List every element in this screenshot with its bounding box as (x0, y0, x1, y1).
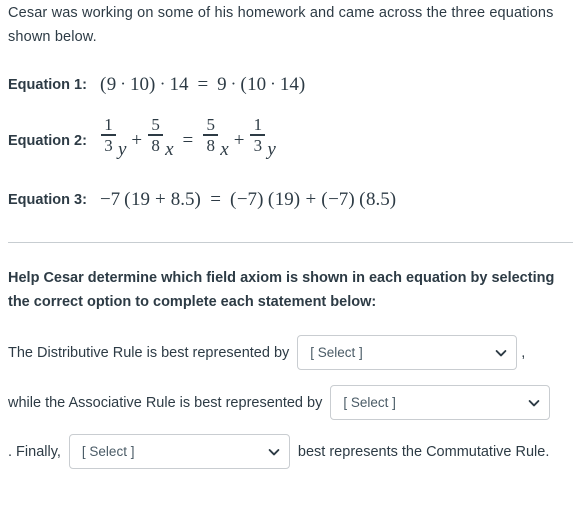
equation-3-rparen-1: ) (194, 189, 202, 211)
statement-3-text-after: best represents the Commutative Rule. (297, 443, 550, 460)
equation-3-expression: −7(19 +8.5) =(−7)(19) +(−7)(8.5) (100, 189, 397, 211)
fraction-one-third-a: 1 3 (100, 115, 116, 155)
statement-associative: while the Associative Rule is best repre… (8, 385, 565, 421)
equation-3-label: Equation 3: (8, 192, 87, 209)
fraction-numerator: 1 (253, 115, 263, 134)
fraction-one-third-b: 1 3 (250, 115, 266, 155)
equation-1-num-9: 9 (106, 74, 117, 95)
equation-1-label: Equation 1: (8, 77, 87, 93)
select-distributive-wrap[interactable]: [ Select ] (297, 335, 518, 371)
statement-3-text-before: . Finally, (8, 443, 61, 460)
select-commutative[interactable]: [ Select ] (68, 434, 290, 470)
fraction-denominator: 8 (151, 135, 160, 155)
equation-2-expression: 1 3 y + 5 8 x = 5 8 x + 1 3 y (100, 116, 276, 161)
equation-1-num-9b: 9 (217, 74, 227, 95)
equation-1-num-10: 10 (129, 74, 149, 95)
equation-2-row: Equation 2: 1 3 y + 5 8 x = 5 8 x + 1 3 … (8, 116, 565, 161)
fraction-denominator: 3 (253, 135, 263, 155)
equation-1-dot-3: · (230, 74, 237, 93)
statement-1-text-after: , (521, 344, 526, 361)
equation-1-rparen-1: ) (148, 74, 156, 95)
equation-3-rparen-5: ) (389, 189, 397, 211)
equation-1-expression: (9 · 10) · 14 = 9 ·(10 · 14) (100, 74, 306, 96)
equation-2-var-y-b: y (267, 139, 276, 161)
equation-3-row: Equation 3: −7(19 +8.5) =(−7)(19) +(−7)(8.5… (8, 185, 565, 215)
equation-2-var-y-a: y (117, 139, 127, 161)
select-commutative-wrap[interactable]: [ Select ] (68, 434, 290, 470)
equation-3-lparen-1: ( (124, 189, 131, 211)
equation-1-lparen-1: ( (99, 74, 107, 95)
equation-2-plus-2: + (233, 130, 245, 152)
equation-1-lparen-2: ( (240, 74, 248, 95)
statement-2-text-before: while the Associative Rule is best repre… (8, 394, 323, 411)
equation-3-lparen-5: ( (359, 189, 366, 211)
equation-2-term-4: 1 3 y (249, 116, 276, 161)
equation-3-neg7-b: −7 (236, 189, 258, 211)
equation-3-num-85b: 8.5 (365, 189, 390, 211)
statement-1-text-before: The Distributive Rule is best represente… (8, 344, 290, 361)
equation-1-dot-2: · (159, 74, 166, 93)
equation-3-neg7-a: −7 (99, 189, 121, 211)
fraction-denominator: 8 (206, 135, 216, 155)
equation-1-num-10b: 10 (247, 74, 267, 95)
statement-distributive: The Distributive Rule is best represente… (8, 335, 565, 371)
equation-1-num-14: 14 (169, 74, 189, 95)
equation-1-dot-4: · (270, 74, 276, 93)
fraction-numerator: 1 (104, 115, 113, 134)
equation-1-rparen-2: ) (298, 74, 306, 95)
statement-commutative: . Finally, [ Select ] best represents th… (8, 434, 565, 470)
intro-text: Cesar was working on some of his homewor… (8, 5, 554, 45)
instruction-text: Help Cesar determine which field axiom i… (8, 270, 555, 311)
equation-2-equals: = (182, 130, 194, 152)
equation-3-num-19: 19 (131, 189, 150, 211)
equation-3-lparen-3: ( (267, 189, 275, 211)
equation-2-var-x-a: x (165, 139, 174, 161)
equation-2-term-2: 5 8 x (147, 116, 174, 161)
equation-1-dot-1: · (120, 74, 126, 93)
equation-3-lparen-2: ( (230, 189, 237, 211)
select-associative-wrap[interactable]: [ Select ] (330, 385, 551, 421)
fraction-five-eighths-a: 5 8 (148, 115, 164, 155)
select-distributive[interactable]: [ Select ] (297, 335, 518, 371)
select-associative[interactable]: [ Select ] (330, 385, 551, 421)
equation-1-equals: = (197, 74, 209, 95)
equation-3-plus-1: + (155, 189, 166, 211)
equation-3-rparen-4: ) (348, 189, 356, 211)
equation-2-term-1: 1 3 y (100, 116, 127, 161)
equation-3-neg7-c: −7 (328, 189, 349, 211)
equation-2-plus-1: + (131, 130, 143, 152)
equation-2-term-3: 5 8 x (202, 116, 229, 161)
equation-3-num-85: 8.5 (170, 189, 195, 211)
fraction-numerator: 5 (206, 115, 216, 134)
equation-3-rparen-3: ) (293, 189, 301, 211)
fraction-denominator: 3 (104, 135, 113, 155)
equation-1-num-14b: 14 (279, 74, 299, 95)
equation-2-label: Equation 2: (8, 133, 87, 150)
question-page: Cesar was working on some of his homewor… (0, 0, 573, 470)
equation-3-plus-2: + (305, 189, 317, 211)
equation-3-equals: = (210, 189, 222, 211)
equation-3-lparen-4: ( (321, 189, 329, 211)
fraction-five-eighths-b: 5 8 (203, 115, 219, 155)
section-divider (8, 242, 573, 244)
equation-1-row: Equation 1: (9 · 10) · 14 = 9 ·(10 · 14) (8, 70, 565, 100)
equation-3-rparen-2: ) (257, 189, 264, 211)
fraction-numerator: 5 (151, 115, 160, 134)
equation-2-var-x-b: x (220, 139, 229, 161)
equation-3-num-19b: 19 (274, 189, 294, 211)
